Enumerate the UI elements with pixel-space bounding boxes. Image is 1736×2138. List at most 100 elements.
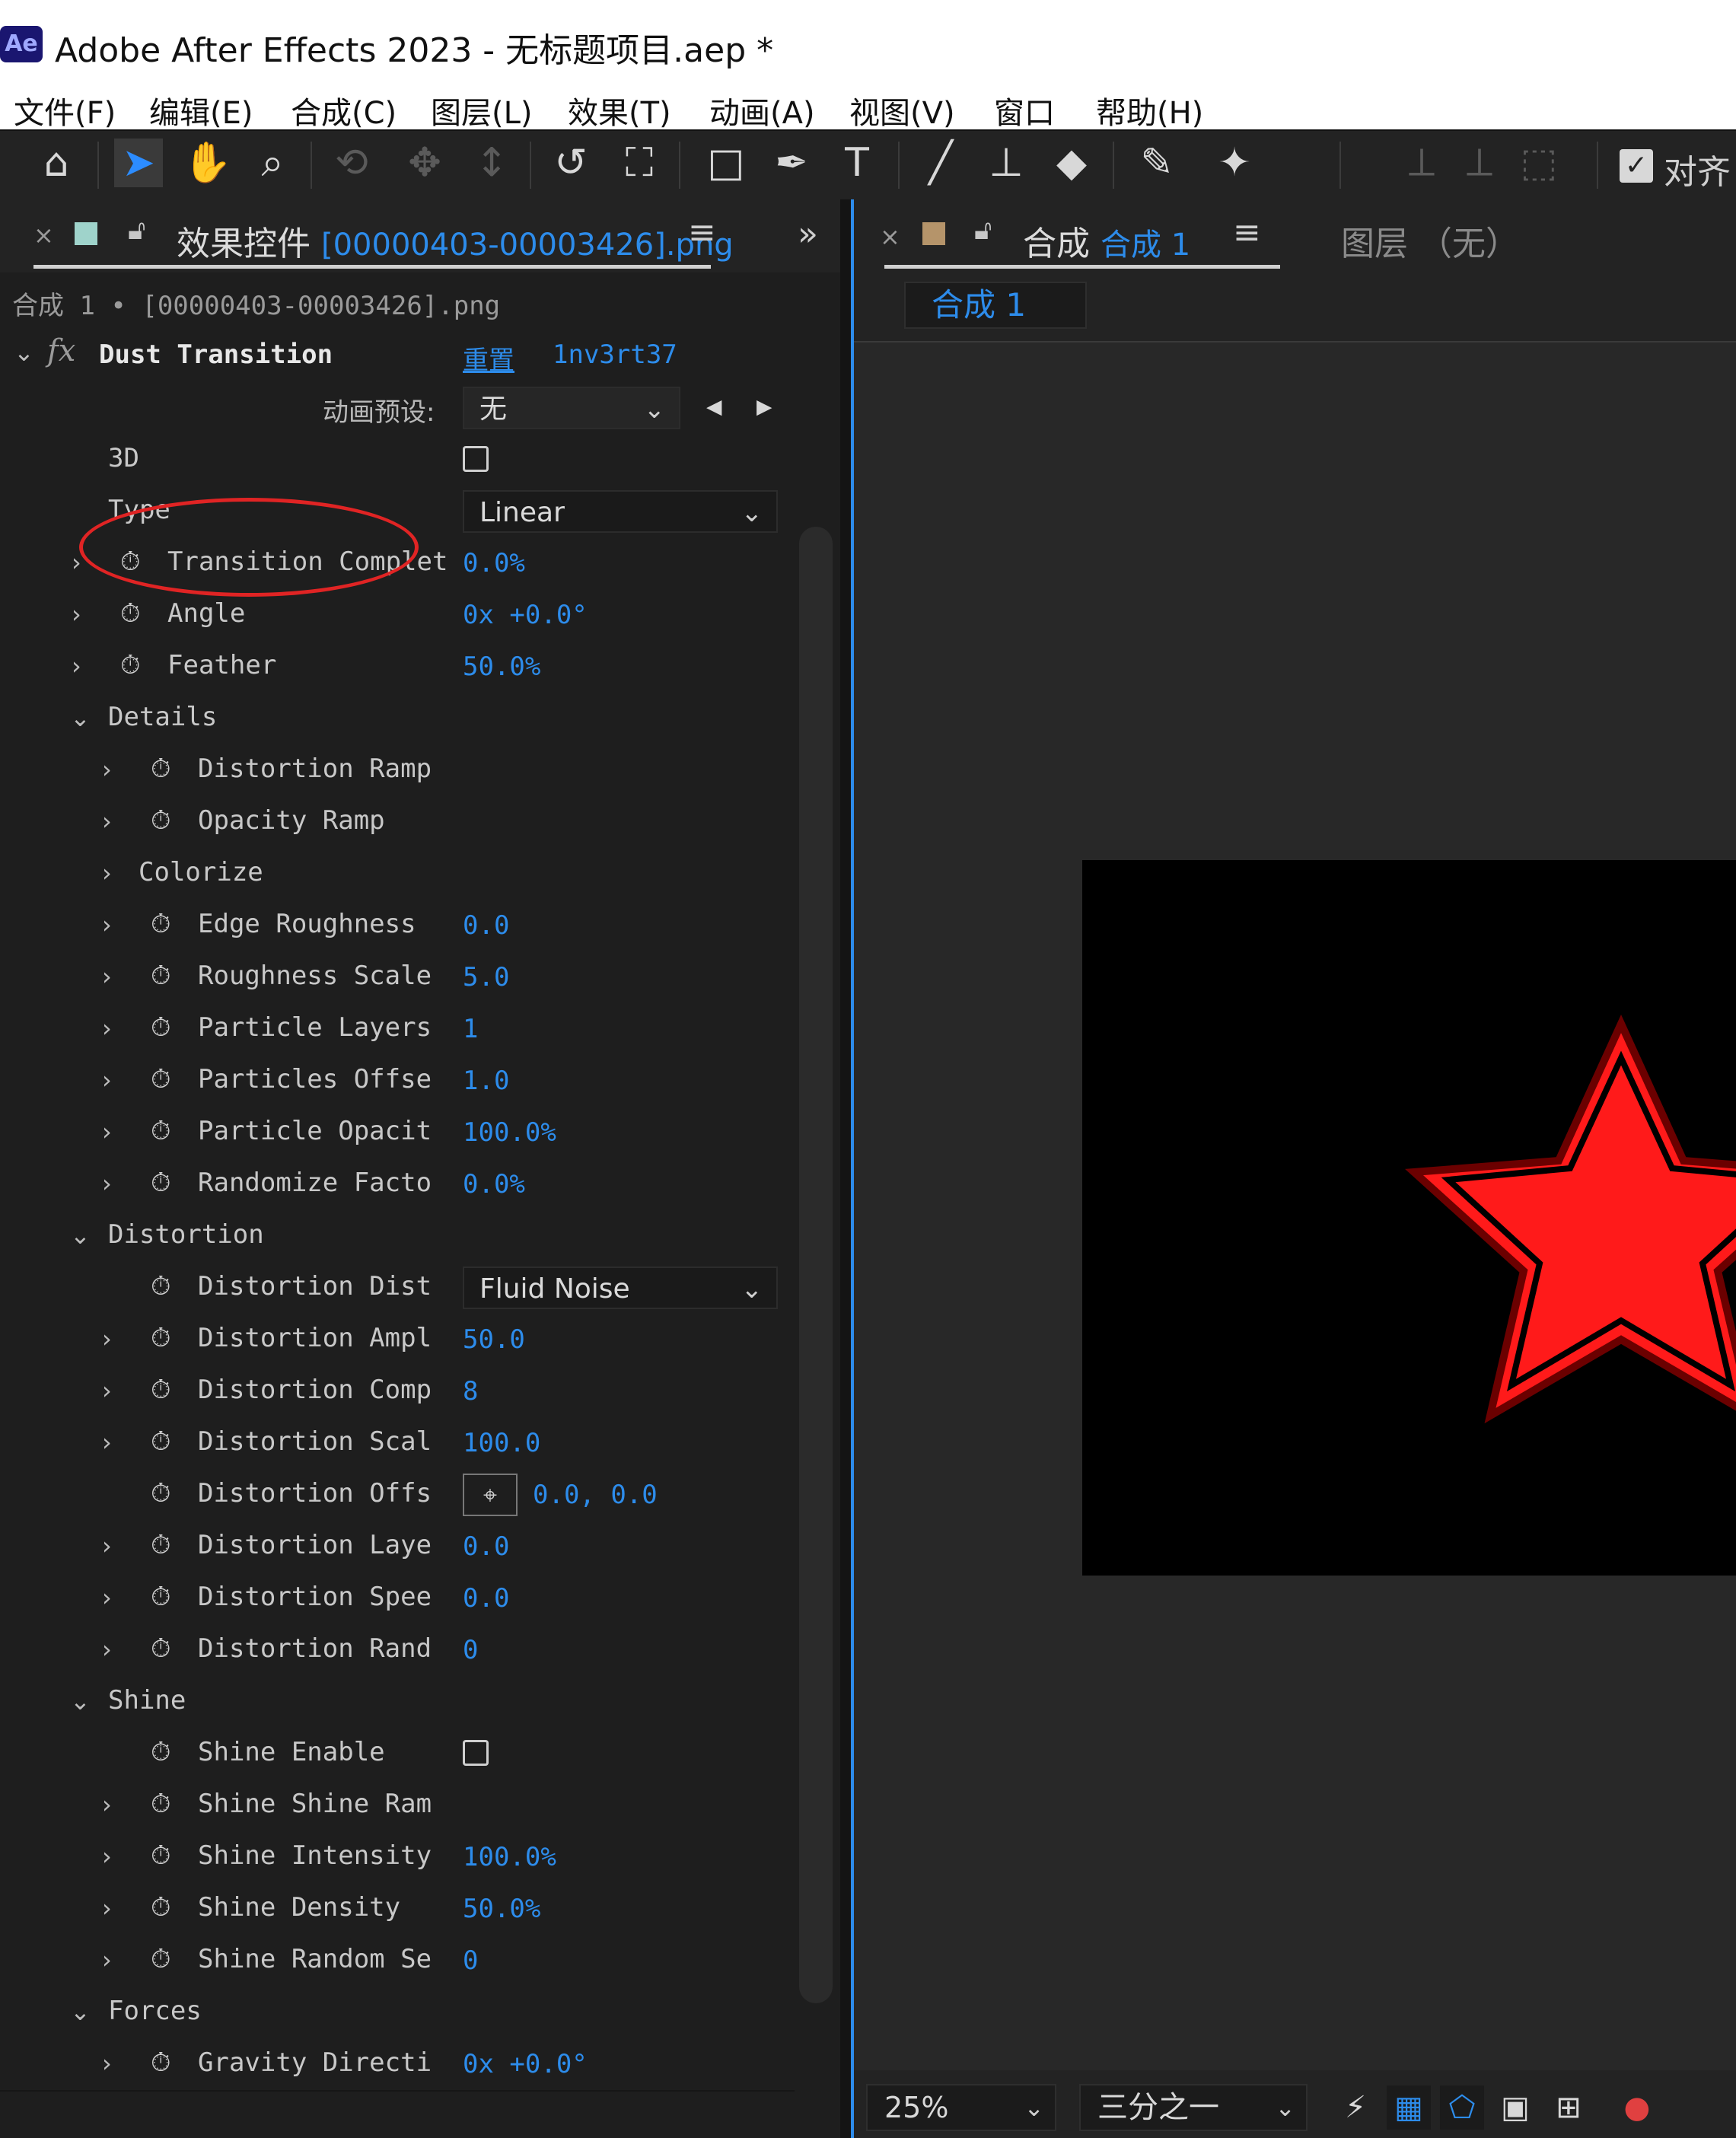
chevron-right-icon[interactable]: › [102, 1531, 112, 1560]
property-dropdown[interactable]: Fluid Noise ⌄ [463, 1267, 778, 1309]
clone-stamp-tool-icon[interactable]: ⊥ [982, 139, 1030, 187]
dolly-camera-icon[interactable]: ↕ [467, 139, 516, 187]
property-row-particle-opacit[interactable]: › ⏱ Particle Opacit 100.0% [0, 1107, 795, 1160]
property-row-distortion-scal[interactable]: › ⏱ Distortion Scal 100.0 [0, 1417, 795, 1470]
brush-tool-icon[interactable]: ╱ [916, 139, 965, 187]
property-row-shine-enable[interactable]: ⏱ Shine Enable [0, 1728, 795, 1781]
property-value[interactable]: 8 [463, 1376, 478, 1407]
stopwatch-icon[interactable]: ⏱ [151, 909, 171, 939]
chevron-right-icon[interactable]: › [102, 1169, 112, 1198]
menu-file[interactable]: 文件(F) [14, 88, 116, 132]
composition-tab[interactable]: 合成 合成 1 [1023, 216, 1190, 265]
property-row-forces[interactable]: ⌄ Forces [0, 1987, 795, 2040]
home-icon[interactable]: ⌂ [32, 139, 81, 187]
property-checkbox[interactable] [463, 1740, 489, 1766]
stopwatch-icon[interactable]: ⏱ [151, 1737, 171, 1767]
property-value[interactable]: 5.0 [463, 962, 509, 993]
property-row-edge-roughness[interactable]: › ⏱ Edge Roughness 0.0 [0, 900, 795, 953]
fast-previews-icon[interactable]: ⚡ [1333, 2085, 1378, 2130]
property-row-particle-layers[interactable]: › ⏱ Particle Layers 1 [0, 1003, 795, 1056]
property-row-randomize-facto[interactable]: › ⏱ Randomize Facto 0.0% [0, 1158, 795, 1212]
menu-composition[interactable]: 合成(C) [291, 88, 397, 132]
region-of-interest-icon[interactable]: ▣ [1493, 2085, 1537, 2130]
stopwatch-icon[interactable]: ⏱ [151, 1840, 171, 1871]
property-value[interactable]: 1 [463, 1014, 478, 1044]
property-value[interactable]: 0 [463, 1635, 478, 1665]
chevron-down-icon[interactable]: ⌄ [70, 703, 91, 732]
stopwatch-icon[interactable]: ⏱ [151, 1633, 171, 1664]
chevron-right-icon[interactable]: › [102, 910, 112, 939]
chevron-right-icon[interactable]: › [72, 652, 81, 680]
property-value[interactable]: 100.0 [463, 1428, 540, 1458]
property-row-colorize[interactable]: › Colorize [0, 848, 795, 901]
property-row-distortion-laye[interactable]: › ⏱ Distortion Laye 0.0 [0, 1521, 795, 1574]
stopwatch-icon[interactable]: ⏱ [151, 1012, 171, 1043]
type-tool-icon[interactable]: T [833, 139, 881, 187]
menu-edit[interactable]: 编辑(E) [149, 88, 253, 132]
lock-icon[interactable]: 🔓︎ [128, 215, 145, 247]
property-row-particles-offse[interactable]: › ⏱ Particles Offse 1.0 [0, 1055, 795, 1108]
property-value[interactable]: 0.0% [463, 1169, 525, 1200]
chevron-right-icon[interactable]: › [102, 1790, 112, 1819]
previous-preset-icon[interactable]: ◀ [706, 391, 721, 422]
chevron-down-icon[interactable]: ⌄ [70, 1221, 91, 1250]
property-row-angle[interactable]: › ⏱ Angle 0x +0.0° [0, 589, 795, 642]
selection-tool-icon[interactable]: ➤ [114, 139, 163, 187]
mask-visibility-icon[interactable]: ⬠ [1440, 2085, 1484, 2130]
chevron-right-icon[interactable]: › [102, 1324, 112, 1353]
layer-viewer-tab[interactable]: 图层 （无） [1341, 216, 1519, 265]
property-value[interactable]: 100.0% [463, 1842, 556, 1872]
stopwatch-icon[interactable]: ⏱ [151, 961, 171, 991]
menu-help[interactable]: 帮助(H) [1096, 88, 1203, 132]
property-row-distortion-ramp[interactable]: › ⏱ Distortion Ramp [0, 744, 795, 798]
align-checkbox[interactable]: ✓ [1620, 149, 1653, 183]
property-value[interactable]: 50.0 [463, 1324, 525, 1355]
property-row-shine-density[interactable]: › ⏱ Shine Density 50.0% [0, 1883, 795, 1936]
transparency-grid-icon[interactable]: ▦ [1387, 2085, 1431, 2130]
property-row-distortion[interactable]: ⌄ Distortion [0, 1210, 795, 1263]
stopwatch-icon[interactable]: ⏱ [151, 1944, 171, 1974]
property-value[interactable]: 0.0, 0.0 [533, 1480, 658, 1510]
animation-preset-dropdown[interactable]: 无 ⌄ [463, 387, 680, 429]
composition-breadcrumb-tab[interactable]: 合成 1 [904, 282, 1087, 329]
zoom-tool-icon[interactable]: ⌕ [248, 139, 297, 187]
property-value[interactable]: 1.0 [463, 1066, 509, 1096]
property-row-roughness-scale[interactable]: › ⏱ Roughness Scale 5.0 [0, 951, 795, 1005]
world-axis-mode-icon[interactable]: ⟂ [1455, 139, 1504, 187]
grid-guides-icon[interactable]: ⊞ [1546, 2085, 1591, 2130]
stopwatch-icon[interactable]: ⏱ [120, 650, 141, 680]
composition-canvas[interactable] [1082, 860, 1736, 1576]
effect-header-row[interactable]: ⌄ fx Dust Transition 重置 1nv3rt37 [0, 327, 795, 384]
property-row-3d[interactable]: 3D [0, 434, 795, 487]
stopwatch-icon[interactable]: ⏱ [151, 1323, 171, 1353]
property-value[interactable]: 0 [463, 1945, 478, 1976]
chevron-right-icon[interactable]: › [102, 1428, 112, 1457]
property-row-feather[interactable]: › ⏱ Feather 50.0% [0, 641, 795, 694]
stopwatch-icon[interactable]: ⏱ [151, 1789, 171, 1819]
color-channels-icon[interactable]: ● [1615, 2085, 1659, 2130]
view-axis-mode-icon[interactable]: ⬚ [1515, 139, 1563, 187]
chevron-right-icon[interactable]: › [102, 755, 112, 784]
panel-menu-icon[interactable]: ≡ [688, 213, 716, 252]
property-value[interactable]: 0.0 [463, 1583, 509, 1614]
stopwatch-icon[interactable]: ⏱ [151, 754, 171, 784]
menu-layer[interactable]: 图层(L) [431, 88, 533, 132]
property-checkbox[interactable] [463, 446, 489, 472]
stopwatch-icon[interactable]: ⏱ [151, 805, 171, 836]
panel-menu-icon[interactable]: ≡ [1233, 213, 1261, 252]
effect-author-link[interactable]: 1nv3rt37 [553, 339, 677, 370]
menu-view[interactable]: 视图(V) [849, 88, 955, 132]
anchor-point-tool-icon[interactable]: ⛶ [615, 139, 664, 187]
vertical-scrollbar[interactable] [799, 527, 833, 2003]
stopwatch-icon[interactable]: ⏱ [151, 1426, 171, 1457]
chevron-right-icon[interactable]: › [102, 1117, 112, 1146]
stopwatch-icon[interactable]: ⏱ [151, 1892, 171, 1923]
chevron-right-icon[interactable]: › [102, 1014, 112, 1043]
property-value[interactable]: 50.0% [463, 1894, 540, 1924]
chevron-down-icon[interactable]: ⌄ [70, 1997, 91, 2026]
stopwatch-icon[interactable]: ⏱ [151, 1064, 171, 1094]
property-row-gravity-directi[interactable]: › ⏱ Gravity Directi 0x +0.0° [0, 2038, 795, 2092]
chevron-right-icon[interactable]: › [72, 600, 81, 629]
stopwatch-icon[interactable]: ⏱ [151, 1375, 171, 1405]
orbit-camera-icon[interactable]: ⟲ [327, 139, 376, 187]
